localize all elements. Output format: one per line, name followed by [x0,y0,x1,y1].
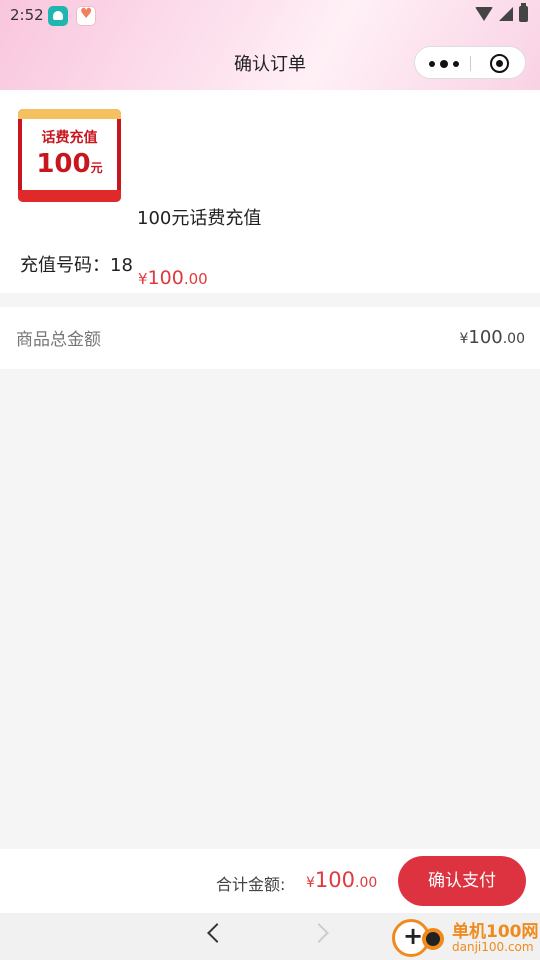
site-watermark: 单机100网 danji100.com [392,917,540,960]
signal-icon [499,7,513,21]
product-name: 100元话费充值 [137,208,262,229]
miniprogram-capsule [414,46,526,79]
sum-symbol: ¥ [306,875,315,891]
capsule-divider [470,56,471,71]
forward-icon[interactable] [309,923,329,943]
total-decimal: .00 [502,331,525,347]
thumbnail-amount: 100元 [22,149,117,179]
heart-app-icon [76,6,96,26]
price-integer: 100 [147,267,184,289]
status-time: 2:52 [10,6,44,24]
target-icon[interactable] [490,54,509,73]
goods-total-row: 商品总金额 ¥100.00 [0,307,540,369]
price-symbol: ¥ [138,270,148,288]
system-icons [475,3,528,22]
sum-value: ¥100.00 [306,868,377,892]
status-bar: 2:52 [0,0,540,32]
confirm-pay-button[interactable]: 确认支付 [398,856,526,906]
goods-total-value: ¥100.00 [459,327,525,348]
price-decimal: .00 [183,270,208,288]
watermark-eye-icon [422,928,444,950]
more-icon[interactable] [429,60,459,68]
goods-total-label: 商品总金额 [16,330,101,350]
total-integer: 100 [468,327,503,348]
sum-label: 合计金额: [216,875,286,894]
watermark-text: 单机100网 [452,922,539,942]
wifi-icon [475,7,493,21]
thumbnail-footer [18,190,121,202]
thumbnail-title: 话费充值 [41,130,98,146]
phone-number: 充值号码：18 [20,255,133,276]
thumbnail-panel: 话费充值 100元 [22,119,117,191]
sum-decimal: .00 [355,875,378,891]
checkout-bar: 合计金额: ¥100.00 确认支付 [0,849,540,913]
product-thumbnail: 话费充值 100元 [18,109,121,202]
header-background: 2:52 确认订单 [0,0,540,90]
thumbnail-unit: 元 [90,161,103,175]
product-price: ¥100.00 [138,267,208,289]
app-notification-icon [48,6,68,26]
battery-icon [519,3,528,22]
thumbnail-amount-value: 100 [36,149,91,179]
thumbnail-banner [18,109,121,119]
watermark-url: danji100.com [452,940,534,954]
back-icon[interactable] [207,923,227,943]
sum-integer: 100 [314,868,356,892]
